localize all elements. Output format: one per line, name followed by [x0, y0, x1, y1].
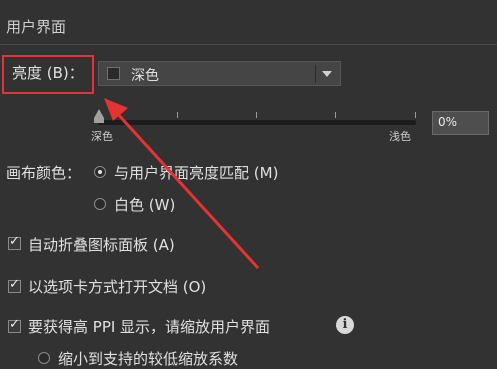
slider-tick: [335, 112, 336, 118]
brightness-dropdown-value: 深色: [131, 68, 159, 84]
dropdown-separator: [315, 65, 316, 83]
chevron-down-icon[interactable]: [322, 71, 332, 77]
radio-match-ui-label[interactable]: 与用户界面亮度匹配 (M): [114, 162, 278, 183]
slider-tick: [415, 112, 416, 118]
brightness-slider-thumb[interactable]: [94, 109, 104, 118]
slider-max-label: 浅色: [389, 130, 411, 143]
radio-white[interactable]: [94, 198, 106, 210]
dark-color-swatch: [107, 67, 120, 80]
checkbox-open-as-tabs-label[interactable]: 以选项卡方式打开文档 (O): [28, 276, 206, 297]
checkbox-open-as-tabs[interactable]: [8, 277, 21, 293]
info-icon[interactable]: i: [336, 316, 354, 334]
annotation-highlight-box: [2, 55, 94, 94]
slider-tick: [256, 112, 257, 118]
brightness-slider-thumb-base[interactable]: [94, 118, 104, 123]
checkbox-auto-collapse-label[interactable]: 自动折叠图标面板 (A): [28, 234, 175, 255]
radio-scale-down[interactable]: [38, 352, 50, 364]
brightness-dropdown[interactable]: 深色: [98, 61, 341, 86]
slider-min-label: 深色: [91, 130, 113, 143]
radio-scale-down-label[interactable]: 缩小到支持的较低缩放系数: [58, 348, 238, 369]
checkbox-scale-ui-label[interactable]: 要获得高 PPI 显示，请缩放用户界面: [28, 316, 270, 337]
canvas-color-label: 画布颜色：: [6, 164, 82, 182]
radio-white-label[interactable]: 白色 (W): [114, 194, 175, 215]
section-title: 用户界面: [6, 18, 67, 36]
slider-tick: [177, 112, 178, 118]
section-divider: [0, 44, 497, 45]
checkbox-auto-collapse[interactable]: [8, 234, 21, 250]
brightness-slider-track[interactable]: [98, 120, 416, 125]
checkbox-scale-ui[interactable]: [8, 317, 21, 333]
annotation-arrow-head: [104, 98, 128, 121]
radio-match-ui[interactable]: [94, 166, 106, 178]
brightness-percent-field[interactable]: 0%: [432, 111, 489, 135]
